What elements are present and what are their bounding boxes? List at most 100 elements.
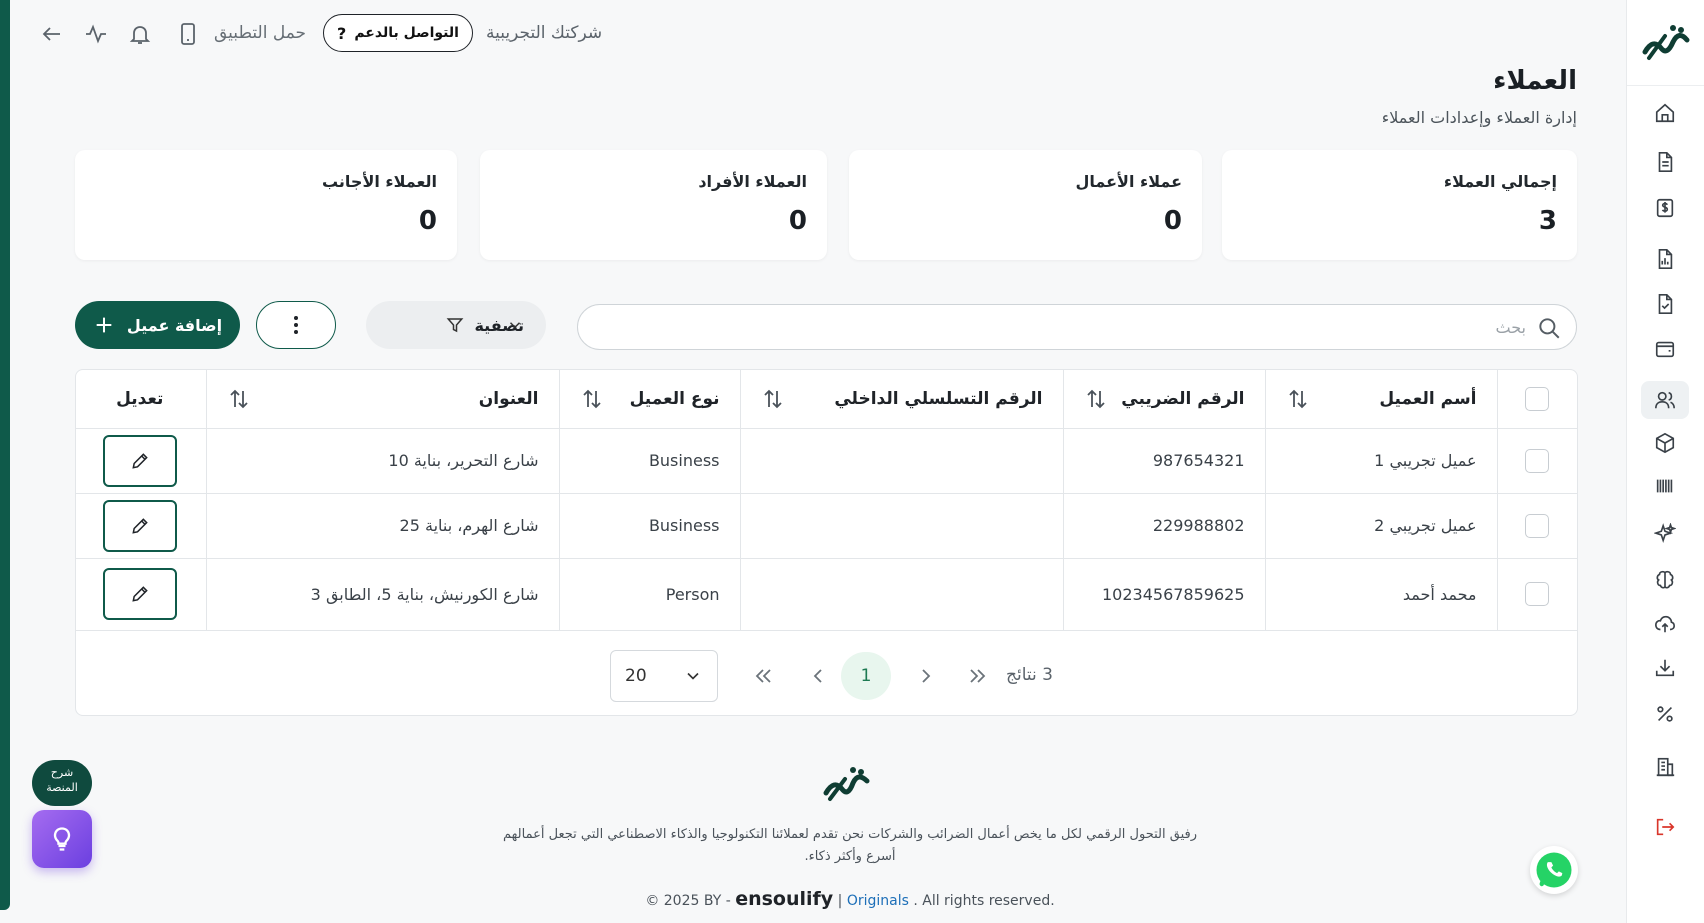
- per-page-select[interactable]: 20: [610, 650, 718, 702]
- document-icon: [1658, 152, 1673, 172]
- more-options-button[interactable]: [256, 301, 336, 349]
- vertical-dots-icon: [294, 316, 298, 334]
- filter-button[interactable]: تصفية: [366, 301, 546, 349]
- sort-icon[interactable]: [761, 387, 785, 411]
- whatsapp-icon: [1536, 852, 1572, 888]
- sidebar-item-download[interactable]: [1641, 649, 1689, 687]
- column-header-tax-number[interactable]: الرقم الضريبي: [1062, 370, 1265, 429]
- stat-label: العملاء الأفراد: [698, 172, 807, 191]
- select-all-checkbox[interactable]: [1525, 386, 1550, 411]
- stat-label: إجمالي العملاء: [1443, 172, 1557, 191]
- sidebar-item-logout[interactable]: [1641, 808, 1689, 846]
- question-mark-icon: ?: [337, 23, 347, 43]
- cell-type: Business: [558, 428, 740, 494]
- sort-icon[interactable]: [1084, 387, 1108, 411]
- check-document-icon: [1658, 294, 1673, 314]
- edit-button[interactable]: [102, 568, 177, 620]
- notification-bell-icon[interactable]: [126, 20, 154, 48]
- table-row: عميل تجريبي 2 229988802 Business شارع ال…: [76, 493, 1577, 559]
- sidebar-item-reports[interactable]: [1641, 240, 1689, 278]
- sidebar-item-customers[interactable]: [1641, 381, 1689, 419]
- per-page-value: 20: [625, 666, 647, 686]
- stat-label: عملاء الأعمال: [1075, 172, 1183, 191]
- whatsapp-chat-button[interactable]: [1530, 846, 1578, 894]
- stat-label: العملاء الأجانب: [321, 172, 437, 191]
- edit-button[interactable]: [102, 434, 177, 487]
- sidebar-item-barcodes[interactable]: [1641, 467, 1689, 505]
- edit-button[interactable]: [102, 499, 177, 552]
- download-icon: [1655, 659, 1675, 677]
- column-header-name[interactable]: أسم العميل: [1264, 370, 1497, 429]
- row-checkbox[interactable]: [1525, 448, 1550, 473]
- column-header-customer-type[interactable]: نوع العميل: [558, 370, 740, 429]
- sort-icon[interactable]: [580, 387, 604, 411]
- sidebar-item-intelligence[interactable]: [1641, 561, 1689, 599]
- sort-icon[interactable]: [227, 387, 251, 411]
- chevron-down-icon: [687, 672, 699, 680]
- building-icon: [1656, 757, 1675, 777]
- stat-value: 0: [1163, 206, 1182, 236]
- search-box: [577, 304, 1577, 350]
- sidebar-item-ai[interactable]: [1641, 515, 1689, 553]
- prev-page-icon[interactable]: [806, 664, 830, 688]
- last-page-icon[interactable]: [966, 664, 990, 688]
- mobile-phone-icon[interactable]: [174, 20, 202, 48]
- column-header-edit: تعديل: [76, 370, 206, 429]
- sparkles-icon: [1654, 523, 1676, 544]
- sidebar-item-documents[interactable]: [1641, 143, 1689, 181]
- back-arrow-icon[interactable]: [38, 20, 66, 48]
- funnel-icon: [447, 318, 464, 333]
- sidebar-item-tasks[interactable]: [1641, 285, 1689, 323]
- platform-guide-button[interactable]: شرح المنصة: [32, 760, 92, 806]
- current-page-button[interactable]: 1: [841, 652, 891, 700]
- sidebar-item-wallet[interactable]: [1641, 330, 1689, 368]
- add-customer-label: إضافة عميل: [126, 315, 223, 335]
- cell-address: شارع الهرم، بناية 25: [205, 493, 559, 559]
- column-header-internal-serial[interactable]: الرقم التسلسلي الداخلي: [739, 370, 1063, 429]
- results-count: 3 نتائج: [1006, 665, 1053, 685]
- add-customer-button[interactable]: إضافة عميل: [75, 301, 240, 349]
- search-input[interactable]: [606, 305, 1526, 349]
- sidebar: [1626, 0, 1704, 923]
- footer-logo-icon: [822, 763, 872, 805]
- select-all-cell: [1496, 370, 1577, 429]
- footer-brand-link[interactable]: ensoulify: [735, 888, 833, 910]
- sidebar-item-home[interactable]: [1641, 94, 1689, 132]
- sidebar-item-upload[interactable]: [1641, 605, 1689, 643]
- ideas-button[interactable]: [32, 810, 92, 868]
- barcode-icon: [1656, 479, 1673, 493]
- first-page-icon[interactable]: [751, 664, 775, 688]
- box-icon: [1655, 432, 1675, 454]
- pagination: 20 1 3 نتائج: [76, 645, 1577, 705]
- column-header-address[interactable]: العنوان: [205, 370, 559, 429]
- download-app-link[interactable]: حمل التطبيق: [214, 23, 306, 43]
- row-checkbox[interactable]: [1525, 582, 1550, 606]
- cell-edit: [76, 558, 206, 631]
- activity-pulse-icon[interactable]: [82, 20, 110, 48]
- sort-icon[interactable]: [1286, 387, 1310, 411]
- sidebar-item-company[interactable]: [1641, 748, 1689, 786]
- stat-value: 0: [418, 206, 437, 236]
- pencil-icon: [132, 452, 148, 469]
- chevron-down-icon: [509, 322, 521, 329]
- stat-value: 0: [788, 206, 807, 236]
- row-checkbox[interactable]: [1525, 513, 1550, 538]
- cell-serial: [739, 428, 1063, 494]
- contact-support-button[interactable]: التواصل بالدعم ?: [323, 14, 473, 52]
- sidebar-item-products[interactable]: [1641, 424, 1689, 462]
- sidebar-item-tax-rates[interactable]: [1641, 695, 1689, 733]
- sidebar-item-invoices[interactable]: [1641, 189, 1689, 227]
- cell-address: شارع التحرير، بناية 10: [205, 428, 559, 494]
- support-label: التواصل بالدعم: [354, 25, 459, 41]
- brand-logo-icon[interactable]: [1639, 18, 1693, 68]
- next-page-icon[interactable]: [914, 664, 938, 688]
- footer-originals-link[interactable]: Originals: [847, 893, 909, 909]
- company-name[interactable]: شركتك التجريبية: [486, 23, 602, 43]
- brain-icon: [1656, 570, 1674, 589]
- row-select-cell: [1496, 428, 1577, 494]
- pencil-icon: [132, 517, 148, 534]
- users-icon: [1655, 391, 1675, 409]
- sidebar-separator: [1627, 85, 1704, 86]
- cloud-upload-icon: [1655, 615, 1675, 633]
- left-accent-bar: [0, 0, 10, 910]
